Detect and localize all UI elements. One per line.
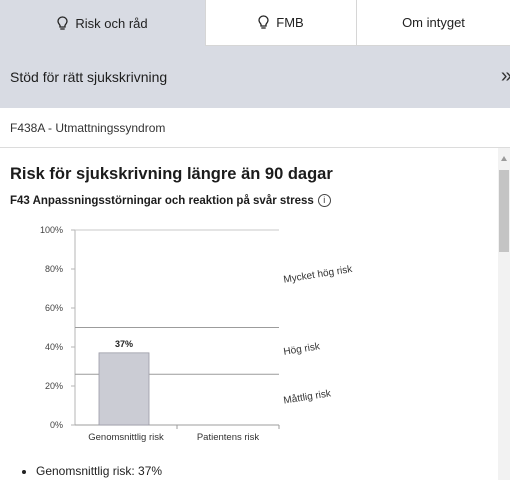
double-chevron-right-icon[interactable]: »: [501, 65, 510, 88]
y-tick-label: 0%: [50, 420, 63, 430]
summary-list: Genomsnittlig risk: 37%: [24, 464, 162, 478]
x-tick-label: Genomsnittlig risk: [88, 432, 164, 443]
bar-value-label: 37%: [115, 339, 133, 349]
x-tick-label: Patientens risk: [197, 432, 260, 443]
y-tick-label: 60%: [45, 303, 63, 313]
risk-title: Risk för sjukskrivning längre än 90 daga…: [10, 165, 333, 183]
lightbulb-icon: [57, 15, 69, 31]
banner-title: Stöd för rätt sjukskrivning: [10, 69, 168, 85]
list-item: Genomsnittlig risk: 37%: [36, 464, 162, 478]
diagnosis-row: F438A - Utmattningssyndrom: [0, 108, 510, 148]
risk-band-label: Mycket hög risk: [283, 264, 354, 286]
y-tick-label: 100%: [40, 225, 63, 235]
tab-label: Risk och råd: [75, 15, 148, 31]
info-icon[interactable]: i: [317, 194, 331, 207]
risk-band-label: Måttlig risk: [283, 387, 333, 406]
tab-om-intyget[interactable]: Om intyget: [357, 0, 510, 46]
risk-subtitle-text: F43 Anpassningsstörningar och reaktion p…: [10, 194, 314, 207]
diagnosis-label: F438A - Utmattningssyndrom: [10, 120, 166, 135]
tab-risk-och-rad[interactable]: Risk och råd: [0, 0, 206, 46]
tab-fmb[interactable]: FMB: [206, 0, 357, 46]
risk-band-label: Hög risk: [283, 341, 322, 358]
lightbulb-icon: [258, 15, 269, 30]
tab-label: Om intyget: [402, 15, 465, 30]
y-tick-label: 20%: [45, 381, 63, 391]
scrollbar-thumb[interactable]: [499, 170, 509, 252]
y-tick-label: 40%: [45, 342, 63, 352]
y-tick-label: 80%: [45, 264, 63, 274]
risk-subtitle: F43 Anpassningsstörningar och reaktion p…: [10, 194, 331, 207]
bar: [98, 352, 150, 426]
risk-panel: Risk för sjukskrivning längre än 90 daga…: [0, 148, 498, 480]
scroll-up-arrow-icon[interactable]: [501, 156, 507, 161]
tab-bar: Risk och råd FMB Om intyget: [0, 0, 510, 46]
tab-label: FMB: [276, 15, 304, 30]
scrollbar[interactable]: [498, 148, 510, 480]
risk-chart: 0% 20% 40% 60% 80% 100% Måttlig risk Hög risk My…: [40, 225, 354, 443]
support-banner: Stöd för rätt sjukskrivning »: [0, 46, 510, 108]
